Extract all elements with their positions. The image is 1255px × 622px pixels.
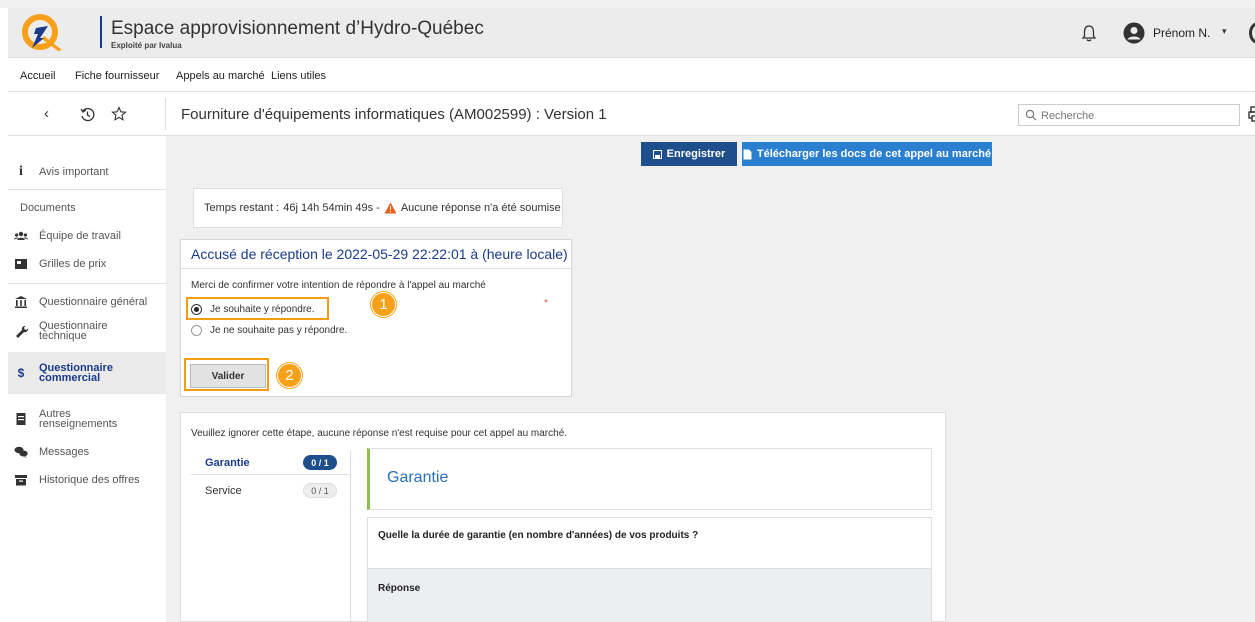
app-subtitle: Exploité par Ivalua <box>111 41 182 50</box>
search-box[interactable] <box>1018 104 1240 126</box>
hydro-quebec-logo <box>22 14 62 51</box>
questionnaire-tabs: Garantie 0 / 1 Service 0 / 1 <box>191 451 351 622</box>
menu-item-accueil[interactable]: Accueil <box>20 70 55 82</box>
brand-separator <box>100 16 102 48</box>
count-badge: 0 / 1 <box>303 455 337 470</box>
download-docs-button[interactable]: Télécharger les docs de cet appel au mar… <box>742 142 992 166</box>
callout-badge-1: 1 <box>371 292 396 317</box>
menu-item-liens-utiles[interactable]: Liens utiles <box>271 70 326 82</box>
sidebar-item-messages[interactable]: Messages <box>8 442 166 462</box>
acknowledgement-header: Accusé de réception le 2022-05-29 22:22:… <box>181 240 571 269</box>
sidebar-item-documents[interactable]: Documents <box>8 198 166 218</box>
file-icon <box>743 149 752 159</box>
sidebar-item-questionnaire-technique[interactable]: Questionnaire technique <box>8 316 166 346</box>
user-name[interactable]: Prénom N. <box>1153 26 1210 40</box>
user-avatar-icon[interactable] <box>1123 22 1145 44</box>
sidebar-divider <box>8 189 166 190</box>
tab-garantie[interactable]: Garantie 0 / 1 <box>191 451 349 475</box>
dollar-icon: $ <box>17 366 25 380</box>
section-header-card: Garantie <box>367 448 932 510</box>
menu-item-fiche-fournisseur[interactable]: Fiche fournisseur <box>75 70 159 82</box>
acknowledgement-card: Accusé de réception le 2022-05-29 22:22:… <box>180 239 572 397</box>
highlight-box-validate <box>184 358 269 391</box>
tab-service[interactable]: Service 0 / 1 <box>191 479 349 503</box>
section-title: Garantie <box>387 469 449 486</box>
print-icon[interactable] <box>1248 104 1255 124</box>
sidebar-item-autres-renseignements[interactable]: Autres renseignements <box>8 404 166 434</box>
sidebar-item-avis-important[interactable]: i Avis important <box>8 162 166 182</box>
chat-icon <box>14 446 28 459</box>
bell-icon[interactable] <box>1081 24 1097 42</box>
search-input[interactable] <box>1041 108 1231 123</box>
back-arrow-icon[interactable]: ‹ <box>44 105 49 122</box>
radio-option-no[interactable]: Je ne souhaite pas y répondre. <box>191 325 347 336</box>
app-header: Espace approvisionnement d’Hydro-Québec … <box>8 8 1255 58</box>
sidebar-divider <box>8 283 166 284</box>
search-icon <box>1025 109 1037 121</box>
info-icon: i <box>19 164 23 179</box>
question-text: Quelle la durée de garantie (en nombre d… <box>378 530 699 541</box>
sidebar: i Avis important Documents Équipe de tra… <box>8 136 166 622</box>
questionnaire-card: Veuillez ignorer cette étape, aucune rép… <box>180 412 946 622</box>
page-margin <box>0 8 8 622</box>
archive-icon <box>15 475 27 486</box>
chevron-down-icon[interactable]: ▾ <box>1222 26 1227 37</box>
answer-label: Réponse <box>378 583 421 594</box>
app-title: Espace approvisionnement d’Hydro-Québec <box>111 18 484 39</box>
required-marker: * <box>544 298 548 309</box>
page-title: Fourniture d'équipements informatiques (… <box>181 106 607 123</box>
main-menu: Accueil Fiche fournisseur Appels au marc… <box>8 58 1255 92</box>
price-grid-icon <box>15 259 27 269</box>
sidebar-item-grilles-de-prix[interactable]: Grilles de prix <box>8 254 166 274</box>
count-badge: 0 / 1 <box>303 483 337 498</box>
team-icon <box>14 231 28 240</box>
answer-area[interactable]: Réponse <box>368 568 931 622</box>
warning-icon <box>384 202 397 214</box>
sidebar-item-equipe-de-travail[interactable]: Équipe de travail <box>8 226 166 246</box>
history-icon[interactable] <box>80 107 95 122</box>
highlight-box-option <box>186 297 329 320</box>
question-card: Quelle la durée de garantie (en nombre d… <box>367 517 932 622</box>
warning-text: Aucune réponse n'a été soumise <box>400 202 561 214</box>
sidebar-item-questionnaire-commercial[interactable]: $ Questionnaire commercial <box>8 352 166 394</box>
document-icon <box>16 413 26 425</box>
acknowledgement-prompt: Merci de confirmer votre intention de ré… <box>191 280 486 291</box>
questionnaire-note: Veuillez ignorer cette étape, aucune rép… <box>191 428 568 439</box>
time-remaining-value: 46j 14h 54min 49s - <box>283 202 380 214</box>
save-button[interactable]: Enregistrer <box>641 142 737 166</box>
help-icon[interactable] <box>1249 22 1255 44</box>
sidebar-item-historique-des-offres[interactable]: Historique des offres <box>8 470 166 490</box>
time-remaining-label: Temps restant : <box>204 202 280 214</box>
titlebar-separator <box>165 98 166 130</box>
wrench-icon <box>16 325 28 338</box>
title-bar: ‹ Fourniture d'équipements informatiques… <box>8 92 1255 136</box>
star-icon[interactable] <box>111 106 127 122</box>
sidebar-item-questionnaire-general[interactable]: Questionnaire général <box>8 292 166 312</box>
save-icon <box>652 149 662 159</box>
radio-button-no[interactable] <box>191 325 202 336</box>
time-remaining-box: Temps restant : 46j 14h 54min 49s - Aucu… <box>193 188 563 228</box>
callout-badge-2: 2 <box>277 363 302 388</box>
menu-item-appels-au-marche[interactable]: Appels au marché <box>176 70 265 82</box>
main-content: Enregistrer Télécharger les docs de cet … <box>166 136 1255 622</box>
institution-icon <box>15 296 27 308</box>
